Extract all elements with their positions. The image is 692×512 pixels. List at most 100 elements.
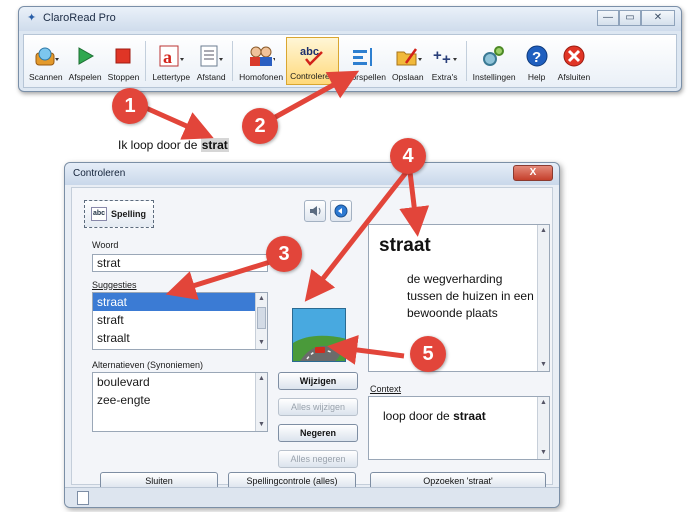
list-item[interactable]: straalt (93, 329, 267, 347)
play-button[interactable]: Afspelen (66, 37, 105, 85)
dialog-close-button[interactable]: X (513, 165, 553, 181)
stop-icon (109, 43, 137, 69)
definition-panel: straat de wegverharding tussen de huizen… (368, 224, 550, 372)
settings-icon (480, 43, 508, 69)
scanner-icon (32, 43, 60, 69)
spelling-tab[interactable]: abc Spelling (84, 200, 154, 228)
context-prefix: loop door de (383, 409, 454, 423)
toolbar-separator (465, 41, 467, 81)
word-field[interactable]: strat (92, 254, 268, 272)
scroll-down-icon[interactable]: ▼ (538, 359, 549, 371)
dialog-title: Controleren (73, 168, 126, 179)
callout-3: 3 (266, 236, 302, 272)
predict-button[interactable]: Voorspellen (339, 37, 389, 85)
list-item[interactable]: straft (93, 311, 267, 329)
context-text: loop door de straat (383, 409, 486, 423)
definition-scrollbar[interactable]: ▲ ▼ (537, 225, 549, 371)
maximize-button[interactable]: ▭ (619, 10, 641, 26)
ignore-all-button[interactable]: Alles negeren (278, 450, 358, 468)
dialog-body: abc Spelling Woord strat Suggesties stra… (71, 187, 553, 490)
scroll-up-icon[interactable]: ▲ (538, 225, 549, 237)
toolbar-separator (145, 41, 147, 81)
exit-button[interactable]: Afsluiten (555, 37, 594, 85)
street-picture-icon (293, 309, 345, 361)
sentence-text: Ik loop door de (118, 138, 201, 152)
list-item[interactable]: straat (93, 293, 267, 311)
speaker-icon (310, 206, 321, 216)
scroll-thumb[interactable] (257, 307, 266, 329)
dialog-status-bar (65, 487, 559, 507)
context-label: Context (370, 384, 402, 394)
main-toolbar: Scannen Afspelen Stoppen a Lettertype Af (23, 34, 677, 88)
word-picture (292, 308, 346, 362)
spacing-icon (197, 43, 225, 69)
claroread-window: ✦ ClaroRead Pro — ▭ ✕ Scannen Afspelen S… (18, 6, 682, 92)
globe-icon (334, 204, 348, 218)
abc-icon: abc (91, 207, 107, 221)
suggestions-list[interactable]: straat straft straalt ▲ ▼ (92, 292, 268, 350)
document-icon (77, 491, 89, 505)
spellcheck-button[interactable]: abc Controleren (286, 37, 339, 85)
definition-word: straat (379, 235, 431, 256)
homophones-button[interactable]: Homofonen (236, 37, 286, 85)
alternatives-label: Alternatieven (Synoniemen) (92, 360, 204, 370)
toolbar-separator (232, 41, 234, 81)
stop-button[interactable]: Stoppen (105, 37, 143, 85)
scroll-down-icon[interactable]: ▼ (538, 447, 549, 459)
settings-button[interactable]: Instellingen (470, 37, 519, 85)
predict-icon (350, 43, 378, 69)
suggestions-scrollbar[interactable]: ▲ ▼ (255, 293, 267, 349)
context-word: straat (453, 409, 486, 423)
title-bar[interactable]: ✦ ClaroRead Pro — ▭ ✕ (19, 7, 681, 31)
context-panel: loop door de straat ▲ ▼ (368, 396, 550, 460)
scroll-up-icon[interactable]: ▲ (256, 373, 267, 385)
svg-text:a: a (163, 47, 172, 67)
lookup-button[interactable] (330, 200, 352, 222)
scroll-up-icon[interactable]: ▲ (256, 293, 267, 305)
svg-text:+: + (433, 47, 442, 64)
save-button[interactable]: Opslaan (389, 37, 427, 85)
spellcheck-icon: abc (298, 42, 326, 68)
word-label: Woord (92, 240, 119, 250)
extras-icon: + + (431, 43, 459, 69)
list-item[interactable]: zee-engte (93, 391, 267, 409)
suggestions-label: Suggesties (92, 280, 137, 290)
scroll-down-icon[interactable]: ▼ (256, 419, 267, 431)
exit-icon (560, 43, 588, 69)
document-sentence[interactable]: Ik loop door de strat (118, 138, 229, 152)
extras-button[interactable]: + + Extra's (427, 37, 463, 85)
save-icon (394, 43, 422, 69)
minimize-button[interactable]: — (597, 10, 619, 26)
dialog-title-bar[interactable]: Controleren X (65, 163, 559, 185)
scan-button[interactable]: Scannen (26, 37, 66, 85)
alternatives-scrollbar[interactable]: ▲ ▼ (255, 373, 267, 431)
ignore-button[interactable]: Negeren (278, 424, 358, 442)
svg-text:+: + (442, 51, 451, 68)
callout-1: 1 (112, 88, 148, 124)
callout-5: 5 (410, 336, 446, 372)
spellcheck-dialog: Controleren X abc Spelling Woord strat S… (64, 162, 560, 508)
misspelled-word[interactable]: strat (200, 138, 229, 152)
spelling-tab-label: Spelling (111, 209, 147, 219)
callout-4: 4 (390, 138, 426, 174)
svg-text:?: ? (532, 49, 541, 66)
scroll-up-icon[interactable]: ▲ (538, 397, 549, 409)
change-button[interactable]: Wijzigen (278, 372, 358, 390)
callout-2: 2 (242, 108, 278, 144)
help-button[interactable]: ? Help (519, 37, 555, 85)
scroll-down-icon[interactable]: ▼ (256, 337, 267, 349)
font-icon: a (157, 43, 185, 69)
font-button[interactable]: a Lettertype (149, 37, 193, 85)
arrow-1 (144, 105, 214, 140)
window-title: ClaroRead Pro (43, 12, 116, 24)
homophones-icon (247, 43, 276, 69)
spacing-button[interactable]: Afstand (193, 37, 229, 85)
change-all-button[interactable]: Alles wijzigen (278, 398, 358, 416)
context-scrollbar[interactable]: ▲ ▼ (537, 397, 549, 459)
play-icon (71, 43, 99, 69)
close-button[interactable]: ✕ (641, 10, 675, 26)
list-item[interactable]: boulevard (93, 373, 267, 391)
help-icon: ? (523, 43, 551, 69)
speak-button[interactable] (304, 200, 326, 222)
alternatives-list[interactable]: boulevard zee-engte ▲ ▼ (92, 372, 268, 432)
